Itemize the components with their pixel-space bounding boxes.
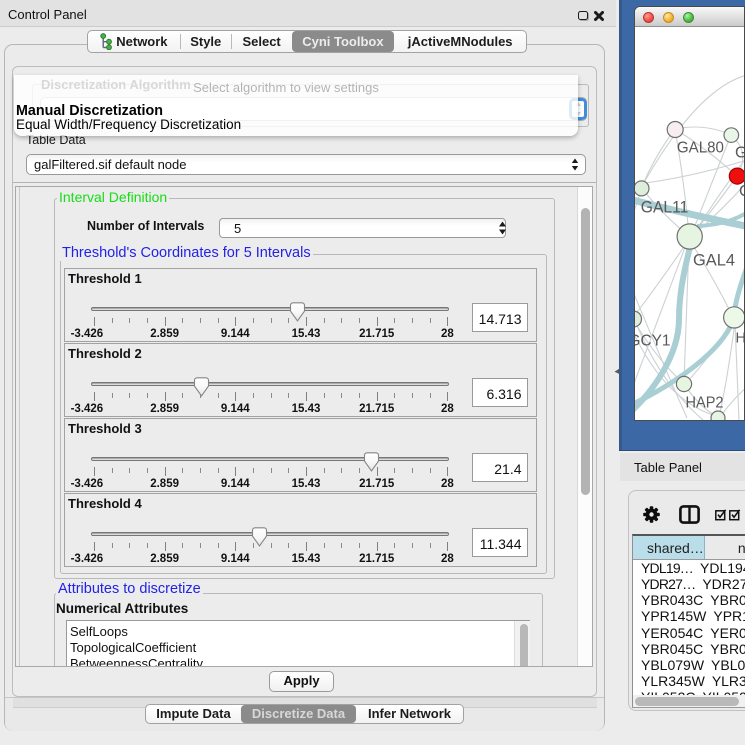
svg-text:GAL4: GAL4 (693, 251, 735, 270)
svg-text:GA: GA (735, 145, 745, 162)
svg-text:C: C (739, 183, 745, 200)
svg-text:GAL11: GAL11 (641, 197, 689, 216)
svg-text:GCY1: GCY1 (635, 333, 671, 350)
svg-text:HAP2: HAP2 (686, 395, 724, 412)
svg-text:GAL80: GAL80 (677, 139, 724, 156)
svg-text:H: H (736, 330, 745, 346)
